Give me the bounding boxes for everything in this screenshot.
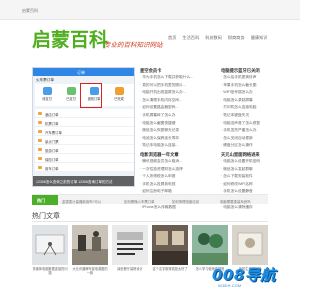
article-link[interactable]: 电脑开机出现蓝屏怎么办... xyxy=(140,89,216,97)
article-link[interactable]: 电脑怎么录制屏幕 xyxy=(221,97,297,105)
site-name-small[interactable]: 启蒙百科 xyxy=(22,8,38,14)
watermark-logo: 008导航 008DH.COM xyxy=(210,262,300,298)
article-image[interactable] xyxy=(152,225,188,265)
article-caption[interactable]: 这个名字取得真是太好了 xyxy=(152,267,188,271)
list-item: 保险订单 xyxy=(35,154,134,163)
wallet-icon xyxy=(42,87,52,95)
bullet-icon xyxy=(38,157,42,160)
main-nav: 首页 生活百科 科技数码 财商商务 健康知识 xyxy=(168,35,267,43)
article-link[interactable]: 电池怎么保养延长寿命 xyxy=(140,135,216,143)
bullet-icon xyxy=(38,112,42,115)
logo-slogan: 专业的百科知识网站 xyxy=(104,41,163,49)
hot-badge: 热门 xyxy=(32,195,58,205)
section-divider xyxy=(32,221,268,222)
article-link[interactable]: 腾讯视频会员怎么取消... xyxy=(140,158,216,166)
article-link[interactable]: iPhone怎么传输数据 xyxy=(140,204,216,212)
watermark-text: 008导航 xyxy=(212,266,276,284)
article-link[interactable]: 微信怎么发起群聊 xyxy=(221,166,297,174)
bullet-icon xyxy=(38,139,42,142)
article-image[interactable] xyxy=(192,225,228,265)
order-type-list: 酒店订单 机票订单 汽车票订单 景点门票 旅游订单 保险订单 用车订单 xyxy=(35,109,134,172)
article-link[interactable]: 硬盘分区怎么操作 xyxy=(221,142,297,150)
article-card[interactable]: 绿色餐厅装修设计 xyxy=(112,225,148,283)
article-card[interactable]: 多媒体电脑数据连接的问题 xyxy=(32,225,68,283)
article-image[interactable] xyxy=(32,225,68,265)
phone-subtitle: 火车票订单 xyxy=(36,78,54,82)
list-item: 旅游订单 xyxy=(35,145,134,154)
article-link[interactable]: 怎么关闭自动更新 xyxy=(221,135,297,143)
article-link[interactable]: 电脑怎么设置开机密码 xyxy=(221,158,297,166)
article-link[interactable]: 怎么清理手机内存空间... xyxy=(140,97,216,105)
list-item: 景点门票 xyxy=(35,136,134,145)
section-title: 热门文章 xyxy=(32,213,60,220)
order-status-paid: 已支付 xyxy=(61,86,81,104)
article-image[interactable] xyxy=(112,225,148,265)
nav-item-life[interactable]: 生活百科 xyxy=(182,35,199,43)
hot-link[interactable]: 电脑需要重装系统吗 xyxy=(220,199,251,204)
hot-link[interactable]: 如何看懂火车票订单 xyxy=(124,199,155,204)
article-card[interactable]: 这个名字取得真是太好了 xyxy=(152,225,188,283)
article-card[interactable]: 大元讯通牌车载电源图的一款 xyxy=(72,225,108,283)
article-caption[interactable]: 大元讯通牌车载电源图的一款 xyxy=(72,267,108,275)
article-link[interactable]: 电脑怎么清除缓存 xyxy=(221,204,297,212)
article-image[interactable] xyxy=(232,225,268,265)
done-icon xyxy=(114,87,124,95)
article-caption[interactable]: 多媒体电脑数据连接的问题 xyxy=(32,267,68,275)
article-link[interactable]: WiFi信号弱怎么办 xyxy=(221,89,297,97)
article-caption[interactable]: 绿色餐厅装修设计 xyxy=(112,267,148,271)
article-link[interactable]: 怎么给手机更换铃声 xyxy=(221,74,297,82)
logo-name: 启蒙百科 xyxy=(32,29,109,51)
bullet-icon xyxy=(38,166,42,169)
list-item: 机票订单 xyxy=(35,118,134,127)
article-link[interactable]: 一次性投资理财怎么选择 xyxy=(140,166,216,174)
order-status-done: 已完成 xyxy=(109,86,129,104)
article-link[interactable]: 电脑怎么截图快捷键 xyxy=(140,120,216,128)
article-column-middle: 星空会员卡 华为手机怎么下载并获取什么... 真的可以把手机里的照片... 电脑… xyxy=(140,68,216,211)
article-link[interactable]: 手机屏幕碎了怎么办 xyxy=(140,112,216,120)
article-link[interactable]: 华为手机怎么下载并获取什么... xyxy=(140,74,216,82)
list-item: 用车订单 xyxy=(35,163,134,172)
nav-item-tech[interactable]: 科技数码 xyxy=(205,35,222,43)
banner-caption-text[interactable]: 12306怎么查询之前的订单 12306查询订单的方法 xyxy=(36,180,112,185)
article-link[interactable]: 电脑没声音了怎么修复 xyxy=(221,120,297,128)
article-link[interactable]: 如何设置路由器密码... xyxy=(140,104,216,112)
list-item: 汽车票订单 xyxy=(35,127,134,136)
featured-banner[interactable]: 订单 火车票订单 待支付 已支付 退改订单 已完成 酒店订单 机票订单 汽车票订… xyxy=(32,67,135,187)
article-link[interactable]: 个人所得税怎么申报 xyxy=(140,173,216,181)
phone-header: 订单 xyxy=(33,68,134,76)
article-link[interactable]: 如何修改WiFi名称 xyxy=(221,181,297,189)
article-link[interactable]: 怎么下载安装软件 xyxy=(221,173,297,181)
article-link[interactable]: 笔记本键盘失灵 xyxy=(221,112,297,120)
logo[interactable]: 启蒙百科 专业的百科知识网站 xyxy=(32,28,172,56)
article-link[interactable]: 打印机怎么连接电脑 xyxy=(221,104,297,112)
watermark-sub: 008DH.COM xyxy=(218,284,242,288)
top-bar: 启蒙百科 xyxy=(0,0,300,20)
banner-caption: 12306怎么查询之前的订单 12306查询订单的方法 xyxy=(33,176,134,186)
nav-item-finance[interactable]: 财商商务 xyxy=(228,35,245,43)
order-status-pending: 待支付 xyxy=(37,86,57,104)
article-link[interactable]: 手机怎么投屏到电视 xyxy=(140,181,216,189)
hot-strip: 热门 金银重计量器能用吗?可以 如何看懂火车票订单 如何清理电脑垃圾 电脑需要重… xyxy=(32,194,268,205)
nav-item-home[interactable]: 首页 xyxy=(168,35,176,43)
check-icon xyxy=(66,87,76,95)
bullet-icon xyxy=(38,121,42,124)
article-link[interactable]: 手机发热严重怎么办 xyxy=(221,127,297,135)
bullet-icon xyxy=(38,130,42,133)
article-link[interactable]: 笔记本电脑怎么连接... xyxy=(140,142,216,150)
highlight-frame xyxy=(80,83,102,108)
hot-link[interactable]: 如何清理电脑垃圾 xyxy=(172,199,199,204)
hot-link[interactable]: 金银重计量器能用吗?可以 xyxy=(62,199,101,204)
article-link[interactable]: 微信怎么恢复聊天记录 xyxy=(140,127,216,135)
article-image[interactable] xyxy=(72,225,108,265)
article-link[interactable]: 真的可以把手机里的照片... xyxy=(140,82,216,90)
article-column-right: 电脑提示蓝牙已关闭 怎么给手机更换铃声 苹果手机怎么截长图 WiFi信号弱怎么办… xyxy=(221,68,297,211)
article-link[interactable]: 苹果手机怎么截长图 xyxy=(221,82,297,90)
list-item: 酒店订单 xyxy=(35,109,134,118)
phone-header-title: 订单 xyxy=(77,70,85,75)
bullet-icon xyxy=(38,148,42,151)
nav-item-health[interactable]: 健康知识 xyxy=(251,35,268,43)
